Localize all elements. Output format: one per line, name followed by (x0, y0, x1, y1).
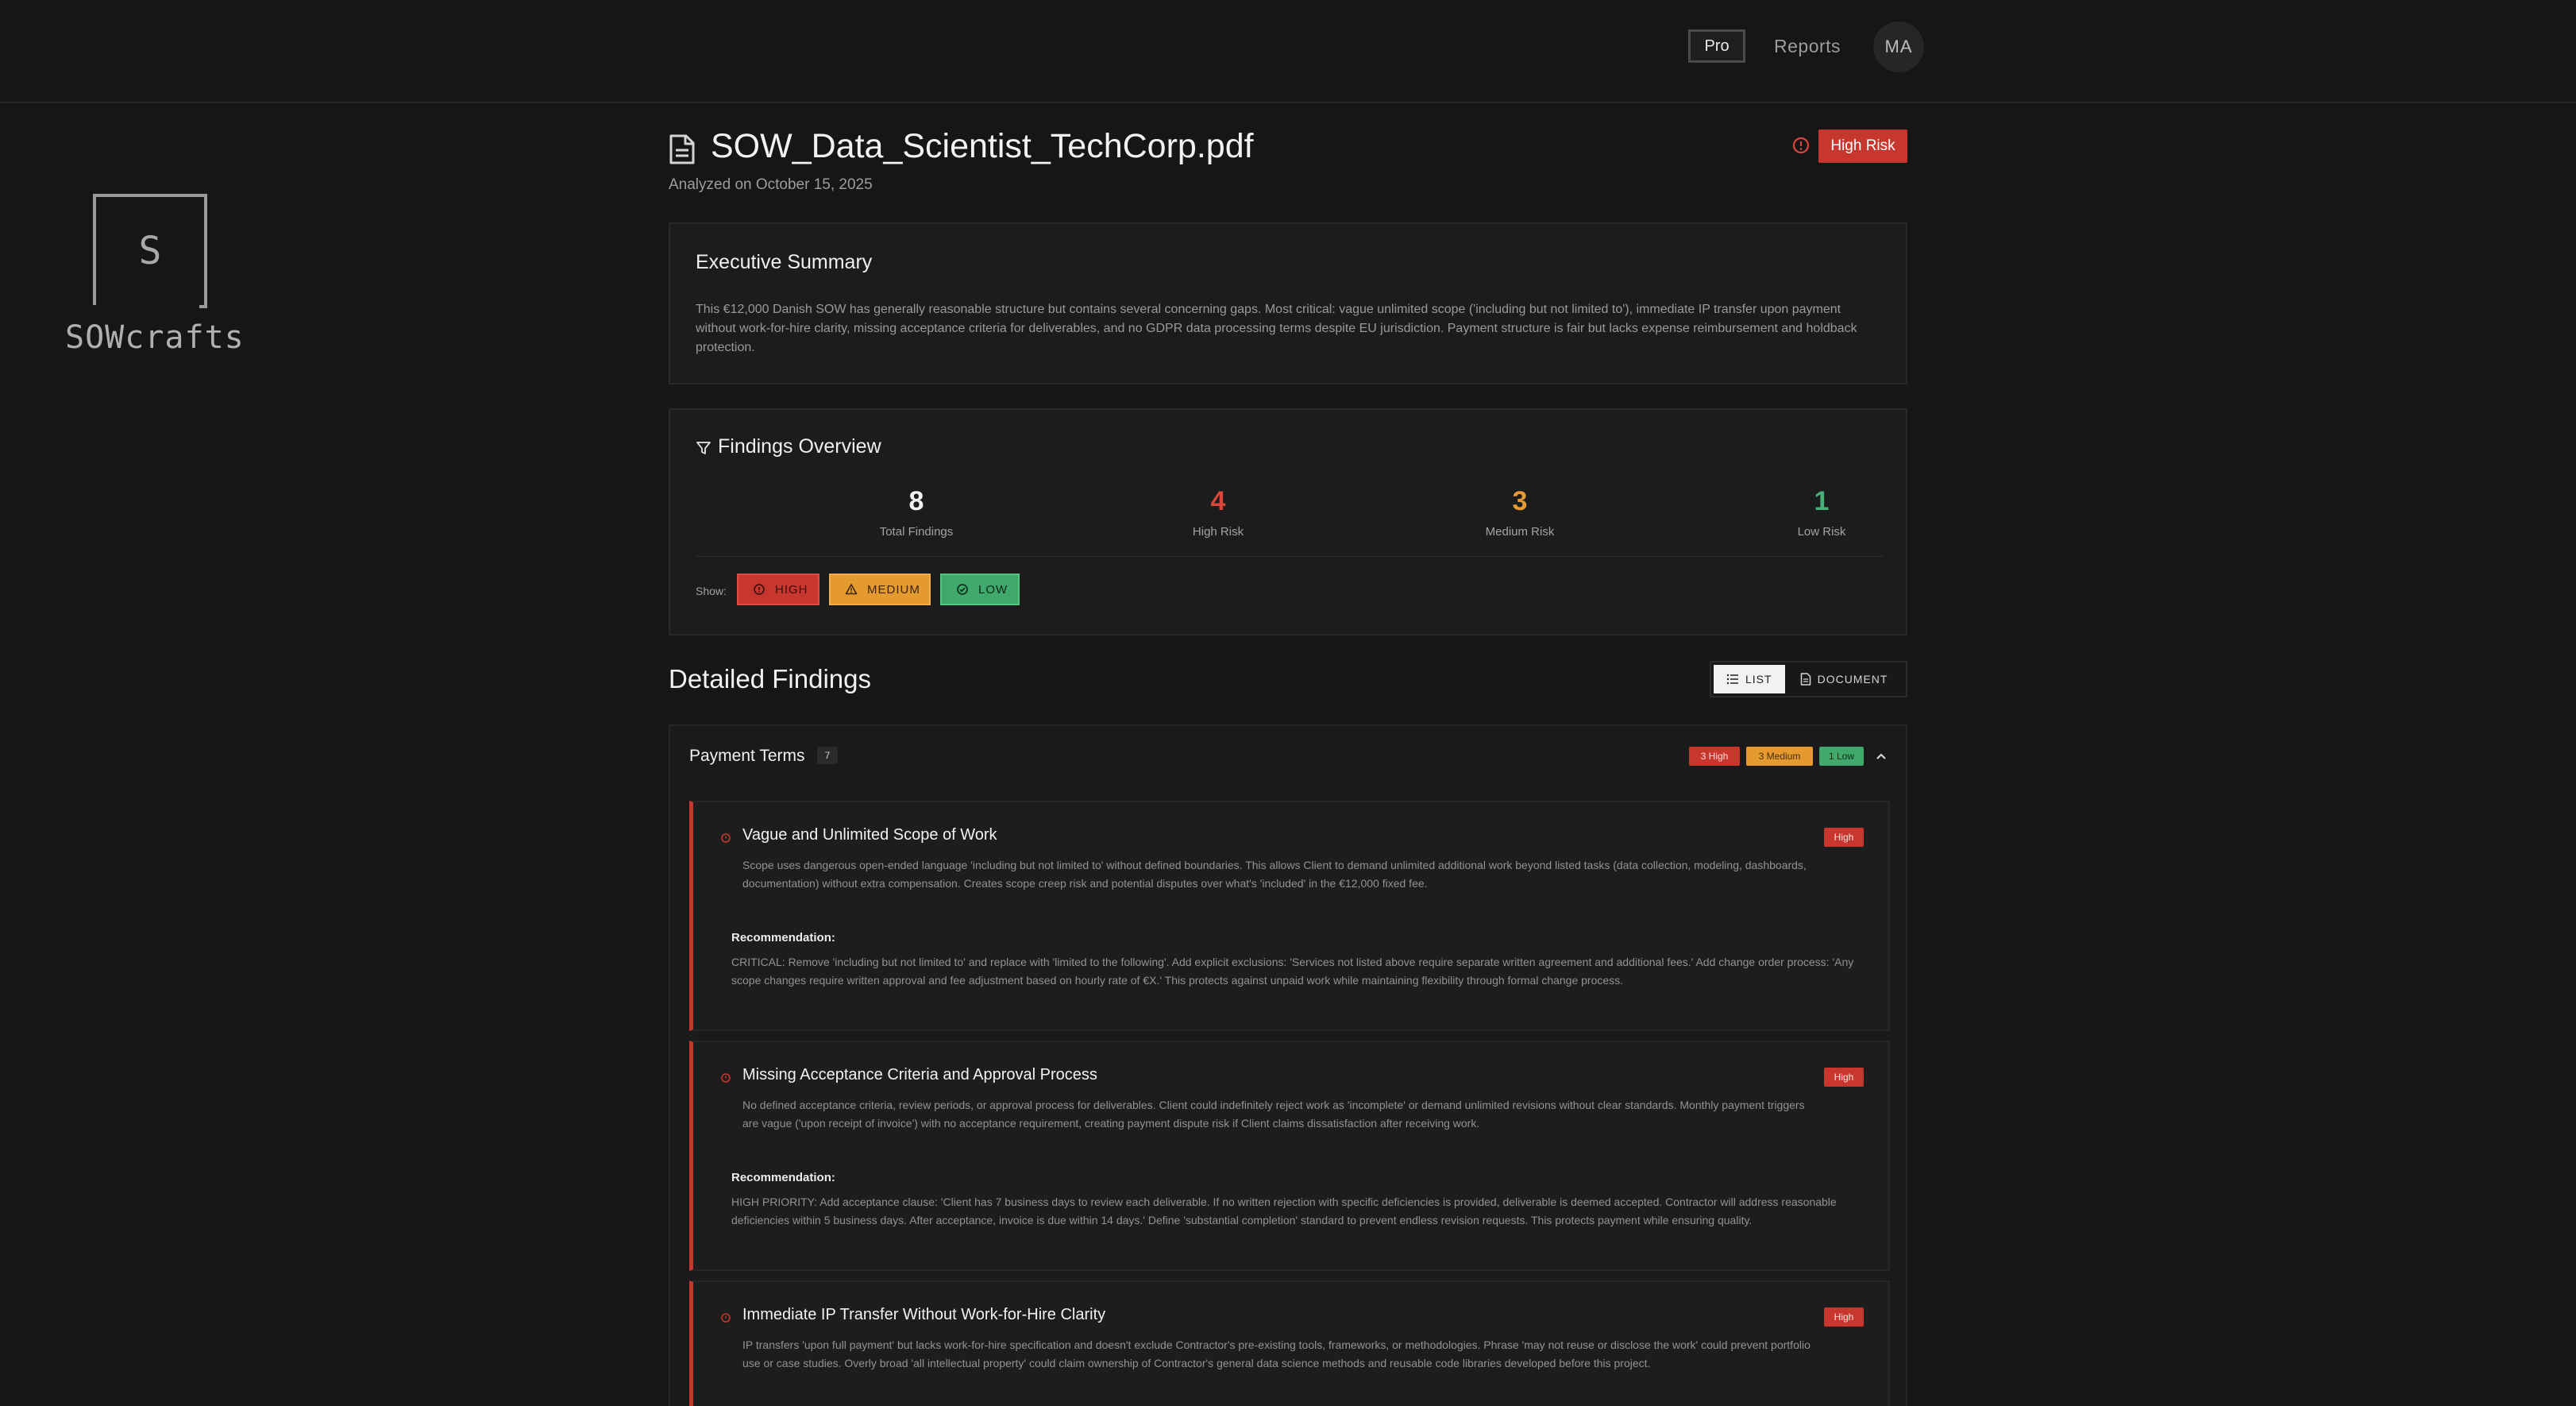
show-label: Show: (696, 585, 727, 597)
document-icon (1800, 673, 1811, 686)
finding-description: No defined acceptance criteria, review p… (742, 1099, 1805, 1130)
finding-card[interactable]: Vague and Unlimited Scope of Work High S… (689, 801, 1890, 1031)
alert-circle-icon (754, 584, 765, 595)
filter-high-toggle[interactable]: HIGH (737, 574, 819, 605)
recommendation-label: Recommendation: (731, 1171, 835, 1184)
filter-high-label: HIGH (775, 582, 808, 597)
chevron-up-icon[interactable] (1874, 750, 1888, 763)
low-count-badge: 1 Low (1819, 747, 1864, 766)
top-bar: Pro Reports MA (0, 0, 2576, 103)
detailed-findings-title: Detailed Findings (669, 664, 871, 693)
warning-triangle-icon (845, 584, 858, 595)
stat-low: 1 Low Risk (1742, 486, 1901, 539)
document-icon (669, 134, 695, 164)
severity-badge: High (1824, 1308, 1864, 1327)
filter-low-toggle[interactable]: LOW (940, 574, 1020, 605)
pro-button[interactable]: Pro (1688, 29, 1745, 63)
severity-badge: High (1824, 1068, 1864, 1087)
finding-title: Vague and Unlimited Scope of Work (742, 826, 997, 844)
brand-logo[interactable]: S (93, 194, 207, 308)
alert-circle-icon (721, 833, 731, 843)
payment-terms-section: Payment Terms 7 3 High 3 Medium 1 Low Va… (669, 724, 1907, 1406)
recommendation-label: Recommendation: (731, 931, 835, 944)
check-circle-icon (957, 584, 968, 595)
document-title: SOW_Data_Scientist_TechCorp.pdf (711, 127, 1254, 165)
stats-divider (696, 556, 1884, 557)
stat-high-label: High Risk (1192, 525, 1244, 539)
finding-card[interactable]: Immediate IP Transfer Without Work-for-H… (689, 1280, 1890, 1406)
document-view-label: DOCUMENT (1817, 673, 1888, 686)
medium-count-badge: 3 Medium (1746, 747, 1813, 766)
avatar[interactable]: MA (1873, 21, 1924, 72)
stat-medium: 3 Medium Risk (1440, 486, 1599, 539)
alert-circle-icon (721, 1313, 731, 1323)
findings-overview-card: Findings Overview 8 Total Findings 4 Hig… (669, 408, 1907, 635)
finding-title: Immediate IP Transfer Without Work-for-H… (742, 1306, 1106, 1323)
document-view-button[interactable]: DOCUMENT (1787, 662, 1901, 696)
reports-link[interactable]: Reports (1774, 32, 1841, 60)
stat-low-value: 1 (1814, 486, 1830, 516)
finding-description: IP transfers 'upon full payment' but lac… (742, 1338, 1811, 1369)
risk-level-badge: High Risk (1818, 129, 1907, 163)
list-view-label: LIST (1745, 673, 1772, 686)
finding-title: Missing Acceptance Criteria and Approval… (742, 1066, 1097, 1083)
stat-medium-label: Medium Risk (1485, 525, 1555, 539)
stat-total: 8 Total Findings (837, 486, 996, 539)
view-toggle: LIST DOCUMENT (1710, 661, 1907, 697)
alert-circle-icon (1792, 137, 1810, 154)
finding-count-badge: 7 (817, 747, 838, 764)
recommendation-text: CRITICAL: Remove 'including but not limi… (731, 956, 1854, 987)
stat-total-value: 8 (908, 486, 924, 516)
findings-overview-title: Findings Overview (718, 435, 881, 458)
high-count-badge: 3 High (1689, 747, 1740, 766)
stat-total-label: Total Findings (879, 525, 954, 539)
logo-letter: S (138, 229, 162, 273)
section-title[interactable]: Payment Terms (689, 747, 805, 766)
stat-low-label: Low Risk (1797, 525, 1846, 539)
filter-medium-toggle[interactable]: MEDIUM (829, 574, 931, 605)
executive-summary-text: This €12,000 Danish SOW has generally re… (696, 303, 1857, 354)
filter-low-label: LOW (978, 582, 1008, 597)
filter-icon (696, 442, 711, 454)
list-view-button[interactable]: LIST (1714, 665, 1785, 693)
alert-circle-icon (721, 1073, 731, 1083)
finding-description: Scope uses dangerous open-ended language… (742, 859, 1807, 890)
executive-summary-card: Executive Summary This €12,000 Danish SO… (669, 222, 1907, 384)
list-icon (1726, 674, 1738, 685)
stat-high-value: 4 (1210, 486, 1226, 516)
recommendation-text: HIGH PRIORITY: Add acceptance clause: 'C… (731, 1195, 1837, 1226)
executive-summary-title: Executive Summary (696, 251, 873, 273)
stat-high: 4 High Risk (1139, 486, 1298, 539)
analyzed-date: Analyzed on October 15, 2025 (669, 176, 873, 193)
stat-medium-value: 3 (1512, 486, 1528, 516)
severity-badge: High (1824, 828, 1864, 847)
finding-card[interactable]: Missing Acceptance Criteria and Approval… (689, 1041, 1890, 1271)
brand-name: SOWcrafts (65, 319, 245, 356)
filter-medium-label: MEDIUM (867, 582, 920, 597)
